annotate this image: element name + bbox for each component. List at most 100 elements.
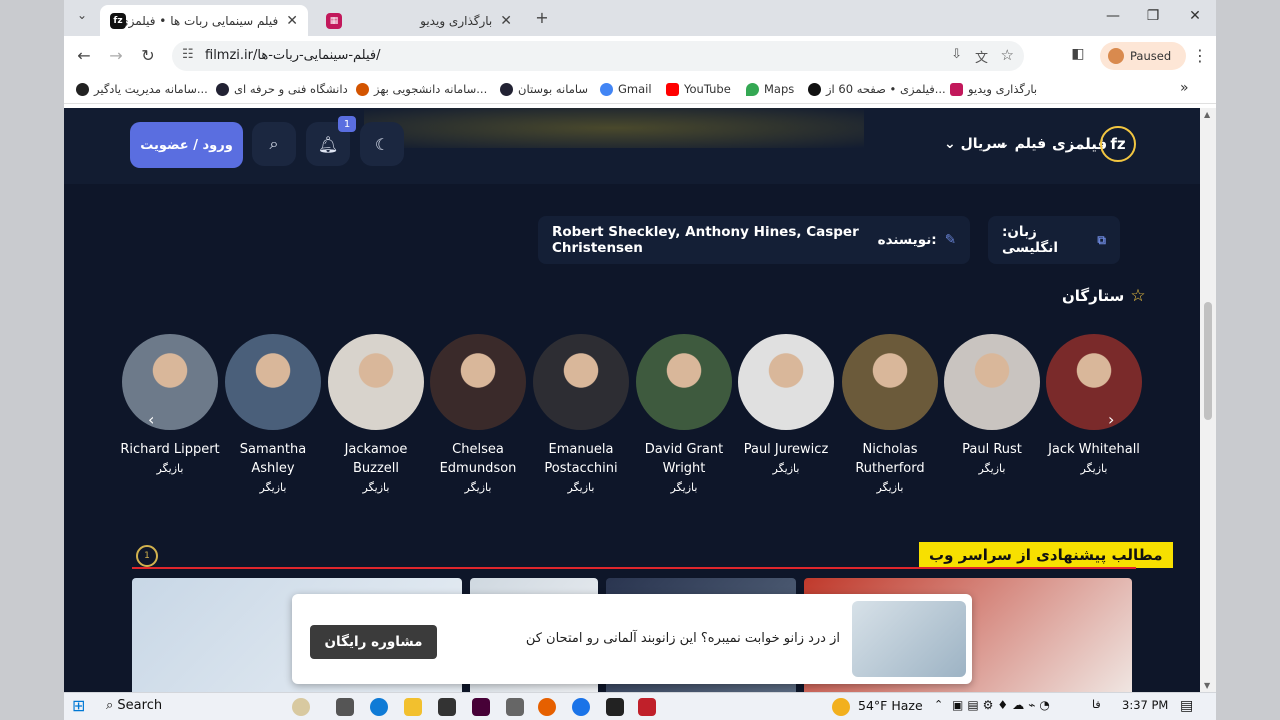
- bookmark-item[interactable]: دانشگاه فنی و حرفه ای: [216, 82, 348, 96]
- bookmark-item[interactable]: سامانه بوستان: [500, 82, 588, 96]
- input-language[interactable]: فا: [1092, 698, 1101, 711]
- carousel-next-icon[interactable]: ›: [1108, 410, 1114, 429]
- clock[interactable]: 3:37 PM: [1122, 698, 1168, 712]
- tray-icons[interactable]: ▣▤⚙♦☁⌁◔: [952, 698, 1054, 712]
- profile-status: Paused: [1130, 49, 1172, 63]
- translate-icon[interactable]: 文: [975, 47, 988, 66]
- dark-mode-moon-icon[interactable]: ☾: [360, 122, 404, 166]
- cast-role: بازیگر: [567, 481, 595, 494]
- tab-video-upload[interactable]: ▦ بارگذاری ویدیو ✕: [316, 5, 522, 36]
- firefox-icon[interactable]: [538, 698, 556, 716]
- tab-search-icon[interactable]: ⌄: [70, 8, 94, 22]
- edge-icon[interactable]: [370, 698, 388, 716]
- tab-strip: ⌄ fz فیلم سینمایی ربات ها • فیلمزی ✕ ▦ ب…: [64, 0, 1216, 36]
- bookmark-item[interactable]: YouTube: [666, 82, 731, 96]
- cast-role: بازیگر: [670, 481, 698, 494]
- install-icon[interactable]: ⇩: [951, 47, 962, 62]
- chrome-icon[interactable]: [572, 698, 590, 716]
- cast-photo: [328, 334, 424, 430]
- bookmark-item[interactable]: سامانه مدیریت یادگیر...: [76, 82, 208, 96]
- cast-photo: [738, 334, 834, 430]
- taskbar-search-label: Search: [117, 698, 163, 713]
- adobe-xd-icon[interactable]: [472, 698, 490, 716]
- minimize-icon[interactable]: —: [1098, 8, 1128, 24]
- weather-text[interactable]: 54°F Haze: [858, 698, 923, 713]
- scroll-down-icon[interactable]: ▼: [1204, 681, 1210, 690]
- bookmark-item[interactable]: فیلمزی • صفحه 60 از...: [808, 82, 946, 96]
- search-icon[interactable]: ⌕: [252, 122, 296, 166]
- menu-icon[interactable]: ⋮: [1188, 46, 1212, 65]
- ad-cta-button[interactable]: مشاوره رایگان: [310, 625, 437, 659]
- site-info-icon[interactable]: ☷: [182, 47, 194, 62]
- task-view-icon[interactable]: [336, 698, 354, 716]
- close-icon[interactable]: ✕: [286, 13, 298, 29]
- site-logo[interactable]: fz: [1100, 126, 1136, 162]
- cast-member[interactable]: David Grant Wright بازیگر: [634, 334, 734, 494]
- site-header: ورود / عضویت ⌕ 🔔︎ 1 ☾ ⌄ سریال ⌄ فیلم فیل…: [64, 108, 1200, 184]
- cast-member[interactable]: Jack Whitehall بازیگر: [1044, 334, 1144, 475]
- cast-member[interactable]: Paul Rust بازیگر: [942, 334, 1042, 475]
- cast-member[interactable]: Chelsea Edmundson بازیگر: [428, 334, 528, 494]
- carousel-prev-icon[interactable]: ‹: [148, 410, 154, 429]
- cast-name: Paul Jurewicz: [743, 442, 829, 457]
- cast-name: Emanuela Postacchini: [544, 442, 618, 476]
- profile-button[interactable]: Paused: [1100, 42, 1186, 70]
- cast-role: بازیگر: [978, 462, 1006, 475]
- browser-window: ⌄ fz فیلم سینمایی ربات ها • فیلمزی ✕ ▦ ب…: [64, 0, 1216, 692]
- login-button[interactable]: ورود / عضویت: [130, 122, 243, 168]
- mail-icon[interactable]: [506, 698, 524, 716]
- taskbar-search[interactable]: ⌕ Search: [106, 698, 162, 713]
- bookmark-star-icon[interactable]: ☆: [1001, 46, 1014, 64]
- store-icon[interactable]: [438, 698, 456, 716]
- bookmark-item[interactable]: بارگذاری ویدیو: [950, 82, 1037, 96]
- address-bar[interactable]: ☷ filmzi.ir/فیلم-سینمایی-ربات-ها/ ⇩ 文 ☆: [172, 41, 1024, 71]
- cast-member[interactable]: Samantha Ashley بازیگر: [223, 334, 323, 494]
- medal-icon: 1: [136, 545, 158, 567]
- nav-serial[interactable]: ⌄ سریال: [944, 136, 1006, 152]
- tab-title: بارگذاری ویدیو: [420, 13, 493, 28]
- stars-title: ستارگان: [1062, 287, 1125, 305]
- tray-chevron-icon[interactable]: ⌃: [934, 698, 943, 711]
- cast-member[interactable]: Jackamoe Buzzell بازیگر: [326, 334, 426, 494]
- more-bookmarks-icon[interactable]: »: [1180, 80, 1189, 96]
- cast-member[interactable]: Richard Lippert بازیگر: [120, 334, 220, 475]
- scrollbar[interactable]: ▲ ▼: [1200, 108, 1216, 692]
- taskbar: ⊞ ⌕ Search 54°F Haze ⌃ ▣▤⚙♦☁⌁◔ فا 3:37 P…: [64, 692, 1216, 720]
- ad-banner[interactable]: مشاوره رایگان از درد زانو خوابت نمیبره؟ …: [292, 594, 972, 684]
- bookmark-item[interactable]: Gmail: [600, 82, 652, 96]
- cast-member[interactable]: Emanuela Postacchini بازیگر: [531, 334, 631, 494]
- bookmark-item[interactable]: سامانه دانشجویی بهز...: [356, 82, 487, 96]
- photos-icon[interactable]: [606, 698, 624, 716]
- side-panel-icon[interactable]: ◧: [1066, 46, 1090, 62]
- windows-start-icon[interactable]: ⊞: [72, 696, 85, 715]
- cast-name: Chelsea Edmundson: [439, 442, 517, 476]
- scroll-thumb[interactable]: [1204, 302, 1212, 420]
- window-close-icon[interactable]: ✕: [1180, 8, 1210, 24]
- new-tab-button[interactable]: +: [530, 8, 554, 27]
- site-name[interactable]: فیلمزی: [1052, 135, 1107, 153]
- header-glow: [364, 108, 864, 148]
- file-explorer-icon[interactable]: [404, 698, 422, 716]
- site-icon: [356, 82, 369, 96]
- cast-member[interactable]: Paul Jurewicz بازیگر: [736, 334, 836, 475]
- notification-center-icon[interactable]: ▤: [1180, 698, 1193, 714]
- cast-photo: [533, 334, 629, 430]
- notifications-button[interactable]: 🔔︎ 1: [306, 116, 356, 166]
- tab-filmzi[interactable]: fz فیلم سینمایی ربات ها • فیلمزی ✕: [100, 5, 308, 36]
- nav-film[interactable]: ⌄ فیلم: [998, 136, 1046, 152]
- star-icon: ☆: [1130, 286, 1146, 306]
- app-icon[interactable]: [638, 698, 656, 716]
- forward-icon[interactable]: →: [104, 46, 128, 65]
- cast-name: Jack Whitehall: [1048, 442, 1140, 457]
- cast-member[interactable]: Nicholas Rutherford بازیگر: [840, 334, 940, 494]
- filmzi-favicon-icon: fz: [110, 12, 126, 29]
- reload-icon[interactable]: ↻: [136, 46, 160, 65]
- close-icon[interactable]: ✕: [500, 13, 512, 29]
- restore-icon[interactable]: ❐: [1138, 8, 1168, 24]
- grid-favicon-icon: ▦: [326, 12, 342, 29]
- search-highlight-icon[interactable]: [292, 698, 310, 716]
- site-icon: [500, 82, 513, 96]
- bookmark-item[interactable]: Maps: [746, 82, 794, 96]
- back-icon[interactable]: ←: [72, 46, 96, 65]
- scroll-up-icon[interactable]: ▲: [1204, 110, 1210, 119]
